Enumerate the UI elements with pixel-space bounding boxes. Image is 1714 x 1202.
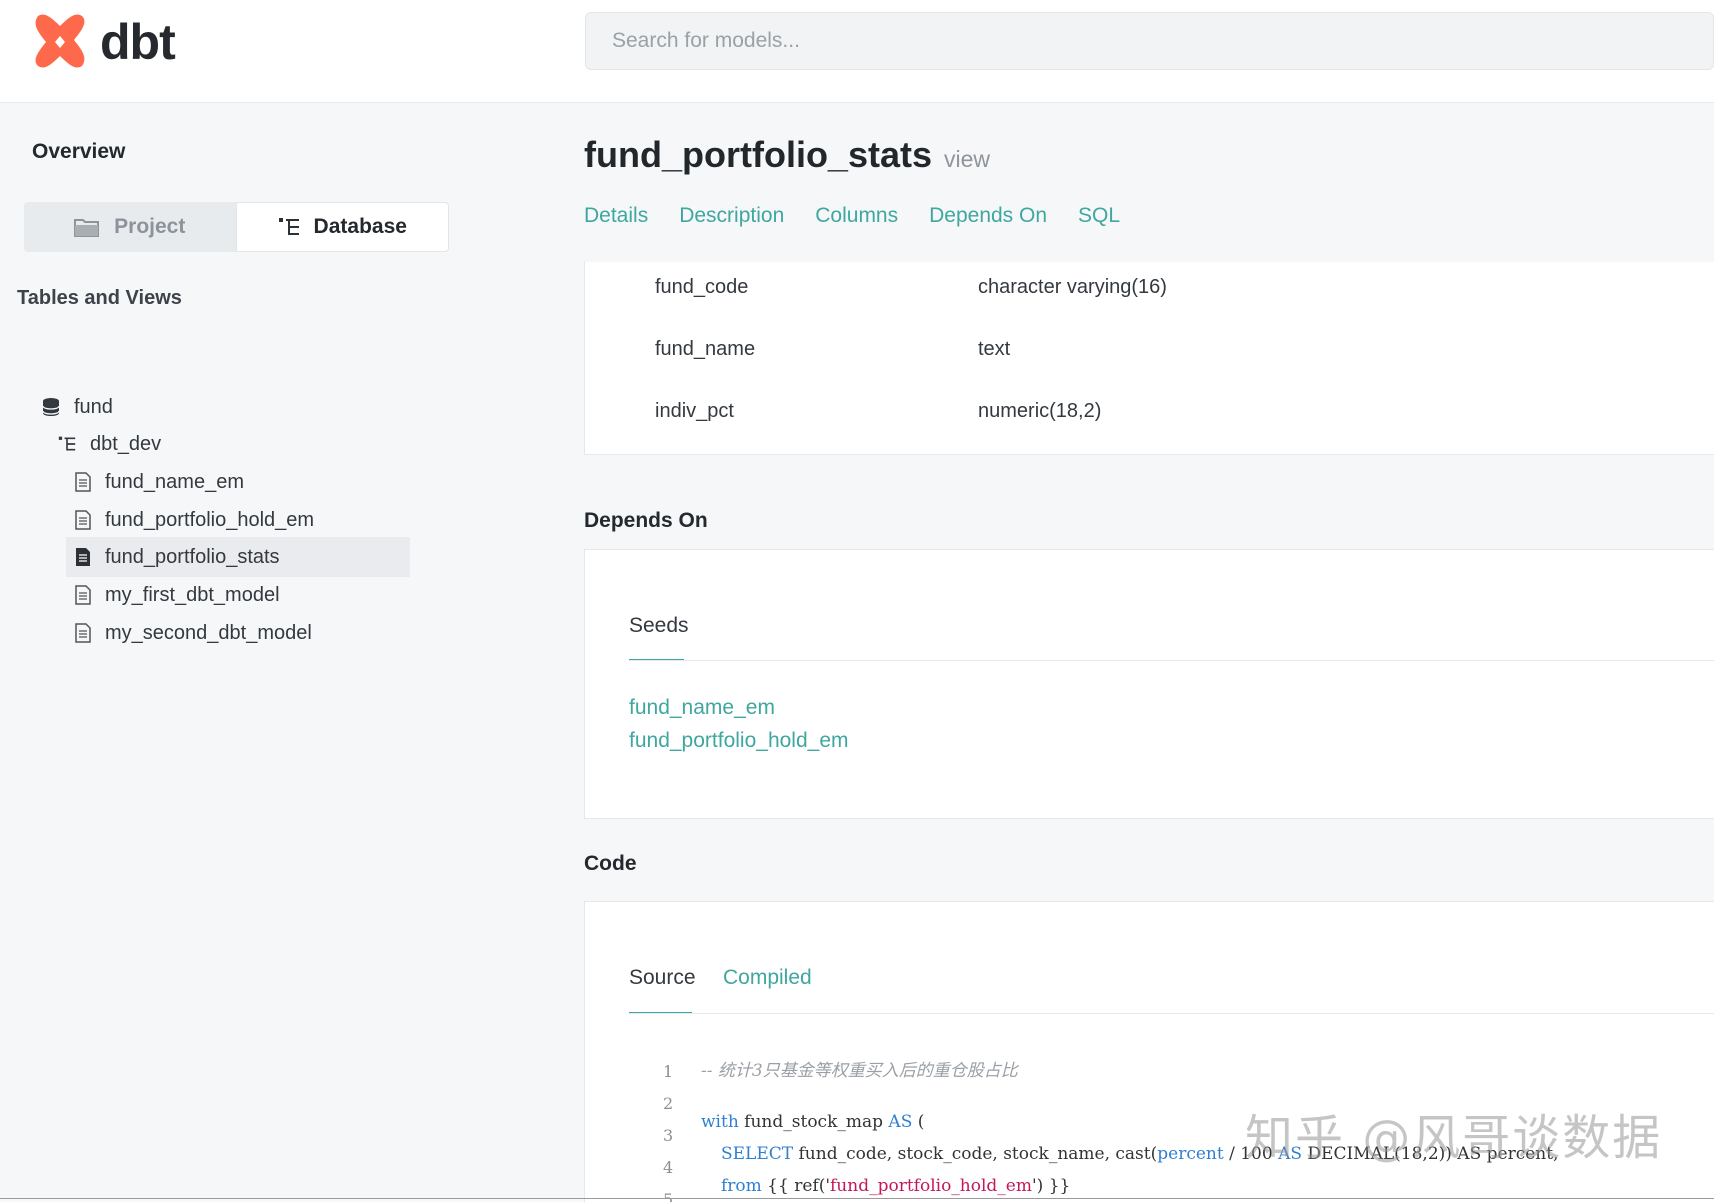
code-line: with fund_stock_map AS ( xyxy=(701,1112,925,1132)
folder-icon xyxy=(74,219,100,237)
watermark: 知乎 @风哥谈数据 xyxy=(1245,1110,1663,1166)
tab-details[interactable]: Details xyxy=(584,204,648,228)
line-number: 2 xyxy=(663,1094,674,1113)
tree-model-label: fund_portfolio_hold_em xyxy=(105,508,315,531)
tree-database-fund[interactable]: fund xyxy=(42,387,113,427)
top-bar: dbt xyxy=(0,0,1714,103)
tab-description[interactable]: Description xyxy=(679,204,784,228)
file-icon xyxy=(75,585,91,605)
columns-card: fund_code character varying(16) fund_nam… xyxy=(584,262,1714,455)
project-toggle-button[interactable]: Project xyxy=(24,202,236,252)
file-icon xyxy=(75,472,91,492)
depends-on-card: Seeds fund_name_em fund_portfolio_hold_e… xyxy=(584,549,1714,819)
tree-model-item[interactable]: fund_portfolio_hold_em xyxy=(75,500,410,540)
tree-model-label: my_second_dbt_model xyxy=(105,621,312,644)
dbt-logo[interactable]: dbt xyxy=(30,12,176,72)
dependency-link[interactable]: fund_name_em xyxy=(629,696,775,720)
column-type: numeric(18,2) xyxy=(978,400,1102,422)
tree-model-label: my_first_dbt_model xyxy=(105,583,280,606)
model-section-tabs: Details Description Columns Depends On S… xyxy=(584,204,1120,228)
file-icon xyxy=(75,510,91,530)
file-filled-icon xyxy=(76,548,90,566)
code-line: from {{ ref('fund_portfolio_hold_em') }} xyxy=(721,1176,1071,1196)
tree-model-item[interactable]: fund_name_em xyxy=(75,462,410,502)
database-toggle-label: Database xyxy=(313,215,407,238)
schema-tree-icon xyxy=(58,436,76,451)
code-tabs-divider xyxy=(629,1013,1714,1014)
search-input[interactable] xyxy=(585,12,1714,70)
column-name: fund_code xyxy=(655,276,749,298)
brand-name: dbt xyxy=(100,14,176,70)
page-title: fund_portfolio_stats xyxy=(584,134,932,175)
tree-schema-dbt-dev[interactable]: dbt_dev xyxy=(58,424,161,464)
model-type-label: view xyxy=(944,146,991,172)
line-number: 3 xyxy=(663,1126,674,1145)
database-toggle-button[interactable]: Database xyxy=(235,202,449,252)
source-tab[interactable]: Source xyxy=(629,966,696,990)
tree-model-item[interactable]: my_first_dbt_model xyxy=(75,575,410,615)
tree-model-label: fund_portfolio_stats xyxy=(105,545,280,568)
line-number: 1 xyxy=(663,1062,674,1081)
tree-model-label: fund_name_em xyxy=(105,470,244,493)
seeds-divider xyxy=(629,660,1714,661)
code-heading: Code xyxy=(584,852,637,875)
compiled-tab[interactable]: Compiled xyxy=(723,966,812,990)
column-name: fund_name xyxy=(655,338,756,360)
tab-sql[interactable]: SQL xyxy=(1078,204,1120,228)
code-comment: -- 统计3只基金等权重买入后的重仓股占比 xyxy=(701,1061,1018,1081)
tree-model-item[interactable]: my_second_dbt_model xyxy=(75,613,410,653)
depends-on-heading: Depends On xyxy=(584,509,708,532)
column-name: indiv_pct xyxy=(655,400,734,422)
model-header: fund_portfolio_stats view xyxy=(584,134,990,176)
main-content: fund_portfolio_stats view Details Descri… xyxy=(584,104,1714,1202)
tree-model-item-selected[interactable]: fund_portfolio_stats xyxy=(66,537,410,577)
dependency-link[interactable]: fund_portfolio_hold_em xyxy=(629,729,849,753)
project-toggle-label: Project xyxy=(114,215,186,238)
seeds-tab[interactable]: Seeds xyxy=(629,614,689,638)
tree-database-label: fund xyxy=(74,395,113,418)
schema-tree-icon xyxy=(278,218,299,235)
dbt-logo-icon xyxy=(35,14,85,68)
tables-and-views-label: Tables and Views xyxy=(17,287,182,309)
line-number: 4 xyxy=(663,1158,674,1177)
tree-schema-label: dbt_dev xyxy=(90,432,162,455)
sidebar: Overview Project Database Tables and Vie… xyxy=(0,104,470,1202)
view-toggle: Project Database xyxy=(24,202,449,252)
column-type: character varying(16) xyxy=(978,276,1167,298)
database-icon xyxy=(42,398,60,416)
line-number: 5 xyxy=(663,1190,674,1202)
overview-link[interactable]: Overview xyxy=(32,140,125,164)
bottom-border xyxy=(0,1198,1714,1199)
tab-depends-on[interactable]: Depends On xyxy=(929,204,1047,228)
tab-columns[interactable]: Columns xyxy=(815,204,898,228)
file-icon xyxy=(75,623,91,643)
column-type: text xyxy=(978,338,1011,360)
